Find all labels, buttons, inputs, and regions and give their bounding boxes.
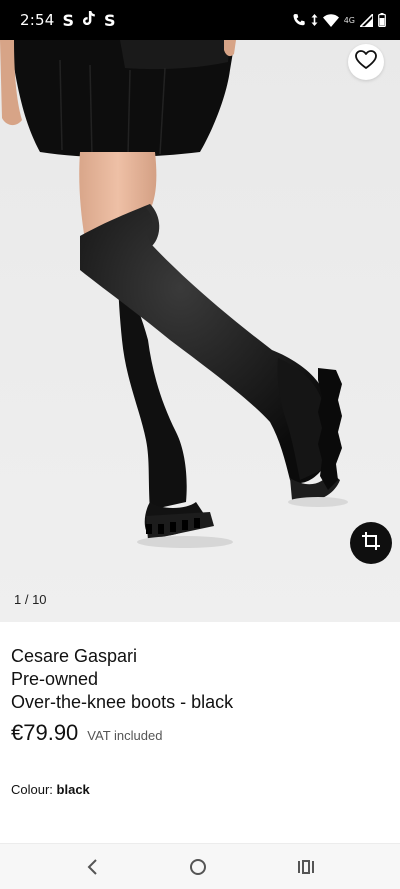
recents-icon[interactable] <box>297 858 315 876</box>
vat-note: VAT included <box>87 728 163 743</box>
back-icon[interactable] <box>85 858 99 876</box>
data-arrows-icon <box>311 14 318 26</box>
signal-icon <box>360 13 373 27</box>
heart-icon <box>355 49 377 75</box>
product-image-gallery[interactable]: 1 / 10 <box>0 40 400 622</box>
app-s-icon: S <box>62 10 75 30</box>
product-price: €79.90 <box>11 720 79 745</box>
crop-button[interactable] <box>350 522 392 564</box>
crop-icon <box>360 530 382 557</box>
product-details: Cesare Gaspari Pre-owned Over-the-knee b… <box>11 645 391 746</box>
product-condition: Pre-owned <box>11 669 99 689</box>
product-brand[interactable]: Cesare Gaspari <box>11 645 391 668</box>
colour-row: Colour: black <box>11 782 90 797</box>
call-icon <box>292 13 306 27</box>
price-row: €79.90 VAT included <box>11 720 391 746</box>
battery-icon <box>378 13 386 27</box>
colour-value: black <box>56 782 90 797</box>
favorite-button[interactable] <box>348 44 384 80</box>
product-name: Over-the-knee boots - black <box>11 692 234 712</box>
status-time: 2:54 <box>20 11 55 29</box>
status-right: 4G <box>292 13 386 27</box>
wifi-icon <box>322 13 339 27</box>
home-icon[interactable] <box>189 858 207 876</box>
tiktok-icon <box>82 10 96 30</box>
status-bar: 2:54 S S 4G <box>0 0 400 40</box>
colour-label: Colour: <box>11 782 53 797</box>
product-photo <box>0 40 400 622</box>
network-type: 4G <box>343 15 355 25</box>
status-left: 2:54 S S <box>20 10 116 30</box>
app-s-icon-2: S <box>104 10 116 30</box>
system-nav-bar <box>0 843 400 889</box>
image-pager: 1 / 10 <box>14 592 47 607</box>
